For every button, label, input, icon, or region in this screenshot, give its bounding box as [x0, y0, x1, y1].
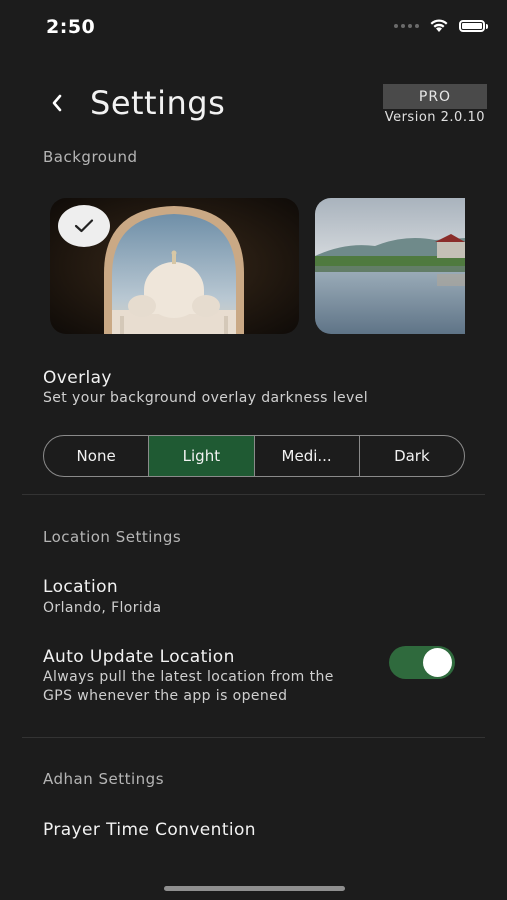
cellular-signal-icon [394, 23, 419, 28]
battery-icon [459, 19, 488, 32]
divider [22, 737, 485, 738]
overlay-option-none[interactable]: None [44, 436, 150, 476]
wifi-icon [430, 19, 448, 32]
overlay-subtitle: Set your background overlay darkness lev… [43, 390, 368, 406]
page-title: Settings [90, 84, 226, 122]
home-indicator [164, 886, 345, 891]
status-icons [394, 18, 488, 33]
pro-badge[interactable]: PRO [383, 84, 487, 109]
chevron-left-icon [52, 94, 62, 112]
location-title: Location [43, 577, 119, 597]
auto-update-subtitle-line1: Always pull the latest location from the [43, 669, 334, 685]
lake-reflection-image [315, 198, 465, 334]
divider [22, 494, 485, 495]
back-button[interactable] [44, 88, 70, 118]
background-thumbnail-lake[interactable] [315, 198, 465, 334]
auto-update-title: Auto Update Location [43, 647, 235, 667]
prayer-time-convention-row[interactable]: Prayer Time Convention [43, 820, 256, 840]
auto-update-toggle[interactable] [389, 646, 455, 679]
location-section-label: Location Settings [43, 528, 182, 546]
auto-update-subtitle-line2: GPS whenever the app is opened [43, 688, 288, 704]
overlay-title: Overlay [43, 368, 112, 388]
location-value: Orlando, Florida [43, 600, 162, 616]
overlay-segmented-control: None Light Medi... Dark [43, 435, 465, 477]
version-label: Version 2.0.10 [384, 110, 485, 125]
toggle-knob [423, 648, 452, 677]
checkmark-icon [74, 219, 94, 233]
adhan-section-label: Adhan Settings [43, 770, 165, 788]
overlay-option-medium[interactable]: Medi... [255, 436, 360, 476]
selected-check-button[interactable] [58, 205, 110, 247]
overlay-option-dark[interactable]: Dark [360, 436, 464, 476]
background-section-label: Background [43, 148, 138, 166]
overlay-option-light[interactable]: Light [149, 436, 255, 476]
location-row[interactable]: Location Orlando, Florida [43, 577, 373, 619]
status-time: 2:50 [46, 16, 96, 38]
